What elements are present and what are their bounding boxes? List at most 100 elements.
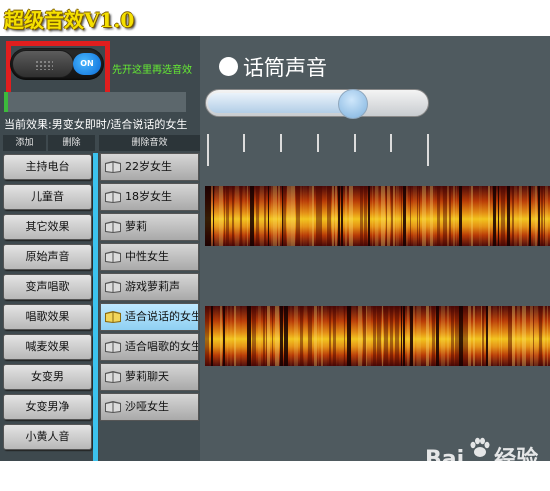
spectrogram-band (381, 186, 385, 246)
app-title: 超级音效V1.0 (4, 8, 135, 32)
effect-item[interactable]: 18岁女生 (100, 183, 199, 211)
category-item[interactable]: 女变男净 (3, 394, 92, 420)
spectrogram-band (401, 186, 402, 246)
book-icon (105, 251, 121, 263)
spectrogram-band (284, 306, 288, 366)
spectrogram-band (267, 306, 270, 366)
power-toggle[interactable]: ON (10, 48, 104, 80)
mic-dot-icon (219, 57, 238, 76)
category-item[interactable]: 女变男 (3, 364, 92, 390)
spectrogram-band (463, 186, 467, 246)
effect-item[interactable]: 适合唱歌的女生 (100, 333, 199, 361)
spectrogram-band (547, 306, 548, 366)
spectrogram-band (364, 186, 367, 246)
spectrogram-band (250, 186, 254, 246)
toggle-knob[interactable] (12, 50, 74, 78)
book-icon (105, 341, 121, 353)
tab-add[interactable]: 添加 (3, 135, 46, 151)
spectrogram-band (512, 306, 515, 366)
spectrogram-band (449, 186, 451, 246)
spectrogram-band (256, 186, 259, 246)
spectrogram-band (354, 186, 358, 246)
spectrogram-band (498, 186, 499, 246)
spectrogram-band (242, 306, 246, 366)
spectrogram-band (543, 306, 545, 366)
spectrogram-band (253, 306, 256, 366)
category-item[interactable]: 儿童音 (3, 184, 92, 210)
spectrogram-band (247, 186, 248, 246)
spectrogram-band (329, 306, 331, 366)
tab-delete[interactable]: 删除 (48, 135, 95, 151)
spectrogram-band (358, 306, 362, 366)
spectrogram-band (360, 186, 363, 246)
spectrogram-band (441, 306, 445, 366)
spectrogram-band (243, 186, 245, 246)
slider-knob[interactable] (338, 89, 368, 119)
spectrogram-band (232, 186, 234, 246)
spectrogram-band (382, 306, 383, 366)
effect-list: 22岁女生 18岁女生 萝莉 中性女生 游戏萝莉声 适合说话的女生 适合唱歌的女… (99, 153, 200, 461)
book-icon (105, 191, 121, 203)
effect-label: 22岁女生 (125, 160, 172, 173)
category-item[interactable]: 变声唱歌 (3, 274, 92, 300)
category-item[interactable]: 小黄人音 (3, 424, 92, 450)
spectrogram-band (236, 306, 240, 366)
spectrogram-band (397, 186, 399, 246)
spectrogram-band (491, 186, 492, 246)
slider-tick (280, 134, 282, 152)
effect-item[interactable]: 中性女生 (100, 243, 199, 271)
effect-item-selected[interactable]: 适合说话的女生 (100, 303, 199, 331)
slider-tick (427, 134, 429, 166)
category-item[interactable]: 其它效果 (3, 214, 92, 240)
slider-tick (207, 134, 209, 166)
toggle-hint: 先开这里再选音效 (112, 65, 192, 76)
spectrogram-band (230, 306, 232, 366)
spectrogram-band (453, 186, 455, 246)
spectrogram-band (417, 186, 418, 246)
category-item[interactable]: 原始声音 (3, 244, 92, 270)
category-item[interactable]: 喊麦效果 (3, 334, 92, 360)
spectrogram-band (213, 186, 214, 246)
spectrogram-band (318, 306, 319, 366)
effect-item[interactable]: 22岁女生 (100, 153, 199, 181)
spectrogram-band (413, 306, 415, 366)
effect-item[interactable]: 萝莉 (100, 213, 199, 241)
spectrogram-band (229, 186, 230, 246)
spectrogram-band (473, 306, 475, 366)
spectrogram-band (211, 306, 213, 366)
slider-tick (390, 134, 392, 152)
effect-item[interactable]: 沙哑女生 (100, 393, 199, 421)
effect-label: 沙哑女生 (125, 400, 169, 413)
effect-label: 中性女生 (125, 250, 169, 263)
spectrogram-band (384, 306, 388, 366)
spectrogram-band (332, 186, 334, 246)
title-bar: 超级音效V1.0 (0, 0, 550, 36)
spectrogram-band (247, 306, 251, 366)
book-icon (105, 281, 121, 293)
mic-volume-slider[interactable] (205, 89, 429, 119)
effect-item[interactable]: 游戏萝莉声 (100, 273, 199, 301)
spectrogram-band (308, 306, 312, 366)
spectrogram-band (294, 306, 298, 366)
spectrogram-band (352, 306, 356, 366)
spectrogram-band (507, 186, 510, 246)
category-scrollbar[interactable] (93, 153, 98, 461)
category-item[interactable]: 唱歌效果 (3, 304, 92, 330)
spectrogram-band (517, 306, 520, 366)
spectrogram-band (480, 186, 482, 246)
spectrogram-band (372, 186, 373, 246)
spectrogram-band (339, 306, 343, 366)
effect-label: 适合唱歌的女生 (125, 340, 199, 353)
spectrogram-band (219, 186, 223, 246)
tab-delete-effect[interactable]: 删除音效 (99, 135, 200, 151)
spectrogram-band (436, 306, 439, 366)
spectrogram-band (539, 306, 542, 366)
effect-item[interactable]: 萝莉聊天 (100, 363, 199, 391)
spectrogram-band (477, 306, 480, 366)
spectrogram-band (223, 306, 225, 366)
category-item[interactable]: 主持电台 (3, 154, 92, 180)
spectrogram-band (538, 186, 540, 246)
watermark-url: jingyan.baidu.com (427, 471, 520, 482)
spectrogram-band (437, 186, 440, 246)
spectrogram-band (410, 186, 411, 246)
